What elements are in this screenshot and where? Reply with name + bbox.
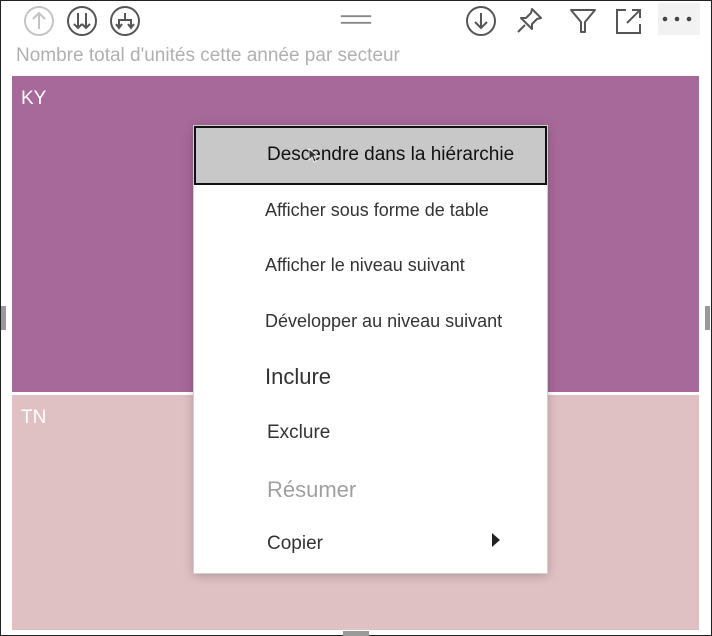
visual-container: Nombre total d'unités cette année par se… [0, 0, 712, 636]
tile-label-ky: KY [21, 88, 47, 109]
expand-next-level-icon [110, 6, 140, 36]
expand-next-level-button[interactable] [108, 4, 142, 38]
visual-title: Nombre total d'unités cette année par se… [16, 45, 400, 66]
next-level-button[interactable] [65, 4, 99, 38]
menu-item-label: Copier [267, 533, 323, 554]
menu-item-show-as-table[interactable]: Afficher sous forme de table [194, 188, 547, 236]
drill-down-icon [466, 6, 496, 36]
drag-handle-icon [340, 15, 372, 24]
menu-item-label: Afficher le niveau suivant [265, 255, 465, 275]
drill-down-button[interactable] [464, 4, 498, 38]
menu-item-label: Afficher sous forme de table [265, 200, 489, 220]
filter-button[interactable] [566, 4, 600, 38]
menu-item-label: Descendre dans la hiérarchie [267, 144, 515, 165]
more-options-icon [662, 16, 692, 22]
mouse-cursor-icon [308, 148, 320, 163]
menu-item-label: Inclure [265, 364, 332, 389]
menu-item-summarize: Résumer [194, 465, 547, 515]
menu-item-include[interactable]: Inclure [194, 353, 547, 403]
menu-item-copy[interactable]: Copier [194, 520, 547, 568]
resize-handle-right[interactable] [705, 306, 710, 330]
visual-header-toolbar [1, 1, 711, 41]
resize-handle-left[interactable] [1, 306, 6, 330]
resize-handle-bottom[interactable] [343, 631, 369, 636]
focus-mode-icon [616, 9, 641, 34]
menu-item-expand-next-level[interactable]: Développer au niveau suivant [194, 299, 547, 347]
filter-icon [570, 9, 596, 33]
menu-item-label: Développer au niveau suivant [265, 311, 503, 331]
drill-up-button[interactable] [22, 4, 56, 38]
more-options-button[interactable] [658, 3, 700, 35]
menu-item-show-next-level[interactable]: Afficher le niveau suivant [194, 243, 547, 291]
focus-mode-button[interactable] [612, 4, 646, 38]
pin-icon [517, 8, 542, 33]
menu-item-exclude[interactable]: Exclure [194, 409, 547, 457]
tile-label-tn: TN [21, 407, 47, 428]
menu-item-drill-down[interactable]: Descendre dans la hiérarchie [194, 126, 547, 185]
next-level-icon [67, 6, 97, 36]
menu-item-label: Exclure [267, 422, 331, 443]
submenu-arrow-icon [492, 533, 500, 547]
pin-button[interactable] [512, 4, 546, 38]
menu-item-label: Résumer [267, 477, 357, 502]
drill-up-icon [24, 6, 54, 36]
context-menu: Descendre dans la hiérarchie Afficher so… [194, 126, 547, 573]
drag-handle[interactable] [339, 3, 373, 37]
